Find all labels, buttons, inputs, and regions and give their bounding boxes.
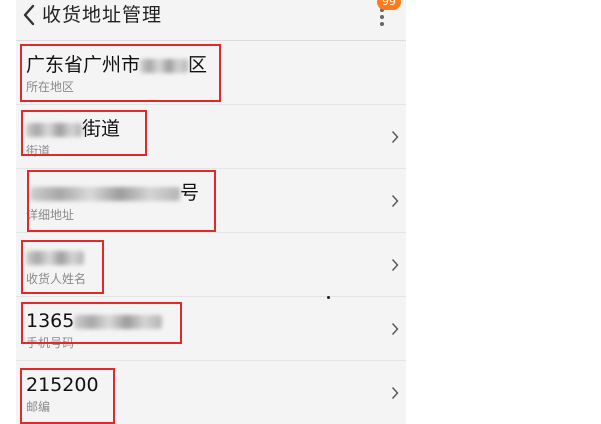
field-label: 街道 xyxy=(26,144,51,158)
field-recipient-name[interactable]: 收货人姓名 xyxy=(16,233,406,297)
top-bar: 收货地址管理 99 xyxy=(16,0,406,41)
redacted-text xyxy=(140,53,189,77)
field-value: 215200 xyxy=(26,374,99,396)
field-street[interactable]: 街道 街道 xyxy=(16,105,406,169)
field-value xyxy=(26,245,84,269)
page-title: 收货地址管理 xyxy=(42,4,163,26)
stray-dot xyxy=(327,296,330,299)
field-value-visible: 区 xyxy=(188,54,208,76)
redacted-text xyxy=(26,245,84,269)
more-dot-icon xyxy=(380,22,384,26)
field-label: 详细地址 xyxy=(26,208,75,222)
field-value-visible: 街道 xyxy=(82,118,121,140)
chevron-right-icon xyxy=(390,255,400,275)
notification-badge: 99 xyxy=(377,0,401,10)
field-region[interactable]: 广东省广州市 区 所在地区 xyxy=(16,41,406,105)
field-value: 广东省广州市 区 xyxy=(26,53,207,77)
field-value: 街道 xyxy=(26,117,120,141)
redacted-text xyxy=(30,181,180,205)
chevron-right-icon xyxy=(390,383,400,403)
chevron-right-icon xyxy=(390,319,400,339)
field-postcode[interactable]: 215200 邮编 xyxy=(16,361,406,424)
more-dot-icon xyxy=(380,15,384,19)
back-button[interactable] xyxy=(18,2,40,28)
field-label: 手机号码 xyxy=(26,336,75,350)
field-detail-address[interactable]: 号 详细地址 xyxy=(16,169,406,233)
address-form: 广东省广州市 区 所在地区 街道 街道 号 详细地址 收货人姓名 1365 手机号… xyxy=(16,41,406,424)
field-label: 所在地区 xyxy=(26,80,75,94)
field-label: 邮编 xyxy=(26,400,51,414)
phone-screen: 收货地址管理 99 广东省广州市 区 所在地区 街道 街道 号 详细地址 收货人姓… xyxy=(16,0,406,424)
field-value-visible: 1365 xyxy=(26,310,75,332)
redacted-text xyxy=(74,309,163,333)
field-value: 号 xyxy=(30,181,199,205)
field-label: 收货人姓名 xyxy=(26,272,87,286)
chevron-right-icon xyxy=(390,127,400,147)
redacted-text xyxy=(26,117,82,141)
chevron-left-icon xyxy=(23,4,35,26)
field-value-visible: 号 xyxy=(180,182,200,204)
chevron-right-icon xyxy=(390,191,400,211)
field-value: 1365 xyxy=(26,309,163,333)
field-value-visible: 广东省广州市 xyxy=(26,54,141,76)
field-phone[interactable]: 1365 手机号码 xyxy=(16,297,406,361)
